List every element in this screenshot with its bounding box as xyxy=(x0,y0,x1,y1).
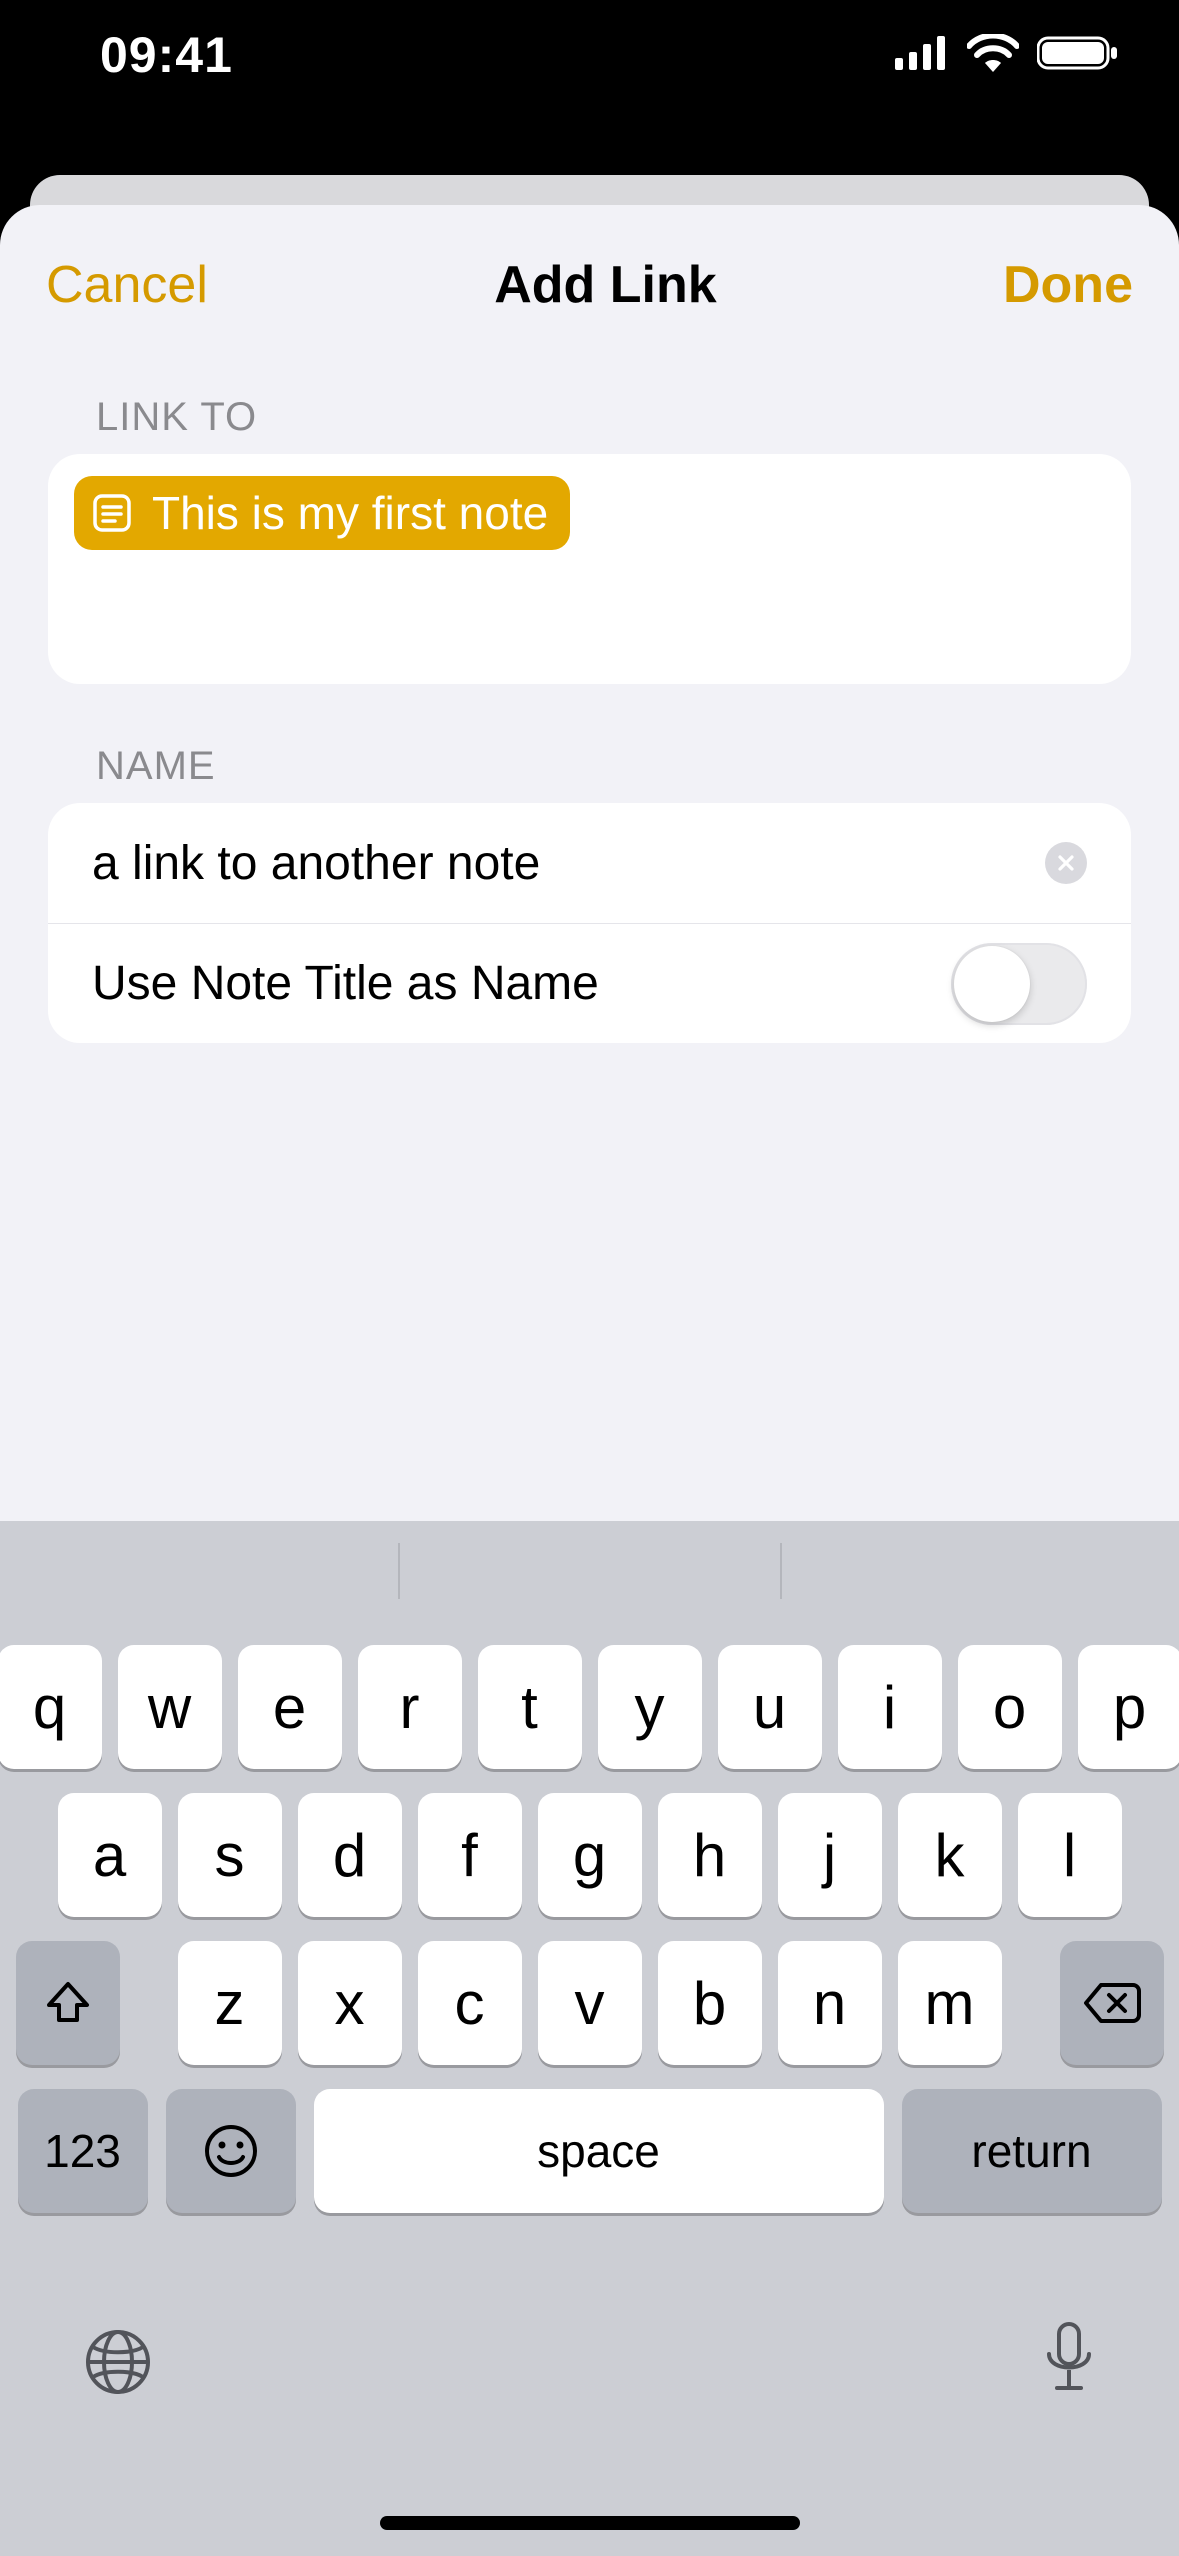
key-k[interactable]: k xyxy=(898,1793,1002,1917)
key-s[interactable]: s xyxy=(178,1793,282,1917)
key-f[interactable]: f xyxy=(418,1793,522,1917)
space-key[interactable]: space xyxy=(314,2089,884,2213)
toggle-knob xyxy=(954,946,1030,1022)
key-q[interactable]: q xyxy=(0,1645,102,1769)
keyboard-row-3: z x c v b n m xyxy=(14,1941,1165,2065)
cancel-button[interactable]: Cancel xyxy=(46,255,208,315)
key-z[interactable]: z xyxy=(178,1941,282,2065)
globe-key[interactable] xyxy=(80,2324,156,2405)
use-title-label: Use Note Title as Name xyxy=(92,956,599,1011)
add-link-sheet: Cancel Add Link Done LINK TO This is my … xyxy=(0,205,1179,1521)
key-h[interactable]: h xyxy=(658,1793,762,1917)
name-row xyxy=(48,803,1131,923)
nav-bar: Cancel Add Link Done xyxy=(0,235,1179,335)
numbers-key[interactable]: 123 xyxy=(18,2089,148,2213)
key-w[interactable]: w xyxy=(118,1645,222,1769)
status-time: 09:41 xyxy=(100,26,233,84)
keyboard-bottom-bar xyxy=(0,2213,1179,2556)
mic-icon xyxy=(1039,2320,1099,2404)
backspace-key[interactable] xyxy=(1060,1941,1164,2065)
key-y[interactable]: y xyxy=(598,1645,702,1769)
use-title-toggle[interactable] xyxy=(951,943,1087,1025)
emoji-icon xyxy=(203,2123,259,2179)
return-key[interactable]: return xyxy=(902,2089,1162,2213)
name-section-label: NAME xyxy=(96,744,1179,789)
cellular-icon xyxy=(895,36,949,75)
key-l[interactable]: l xyxy=(1018,1793,1122,1917)
linked-note-chip[interactable]: This is my first note xyxy=(74,476,570,550)
shift-icon xyxy=(43,1978,93,2028)
wifi-icon xyxy=(967,34,1019,77)
keyboard: q w e r t y u i o p a s d f g h j k l xyxy=(0,1521,1179,2556)
link-name-input[interactable] xyxy=(92,836,1045,891)
status-icons xyxy=(895,34,1119,77)
keyboard-row-1: q w e r t y u i o p xyxy=(14,1645,1165,1769)
key-r[interactable]: r xyxy=(358,1645,462,1769)
emoji-key[interactable] xyxy=(166,2089,296,2213)
close-icon xyxy=(1056,853,1076,873)
key-d[interactable]: d xyxy=(298,1793,402,1917)
status-bar: 09:41 xyxy=(0,0,1179,110)
key-m[interactable]: m xyxy=(898,1941,1002,2065)
keyboard-row-2: a s d f g h j k l xyxy=(14,1793,1165,1917)
key-g[interactable]: g xyxy=(538,1793,642,1917)
key-b[interactable]: b xyxy=(658,1941,762,2065)
note-icon xyxy=(88,489,136,537)
key-n[interactable]: n xyxy=(778,1941,882,2065)
key-p[interactable]: p xyxy=(1078,1645,1179,1769)
key-v[interactable]: v xyxy=(538,1941,642,2065)
key-t[interactable]: t xyxy=(478,1645,582,1769)
key-e[interactable]: e xyxy=(238,1645,342,1769)
home-indicator[interactable] xyxy=(380,2516,800,2530)
battery-icon xyxy=(1037,34,1119,77)
key-x[interactable]: x xyxy=(298,1941,402,2065)
suggestion-bar xyxy=(0,1521,1179,1621)
key-o[interactable]: o xyxy=(958,1645,1062,1769)
link-to-card[interactable]: This is my first note xyxy=(48,454,1131,684)
shift-key[interactable] xyxy=(16,1941,120,2065)
key-i[interactable]: i xyxy=(838,1645,942,1769)
linked-note-title: This is my first note xyxy=(152,486,548,540)
name-card: Use Note Title as Name xyxy=(48,803,1131,1043)
key-a[interactable]: a xyxy=(58,1793,162,1917)
backspace-icon xyxy=(1083,1981,1141,2025)
clear-text-button[interactable] xyxy=(1045,842,1087,884)
suggestion-separator xyxy=(780,1543,782,1599)
suggestion-separator xyxy=(398,1543,400,1599)
key-c[interactable]: c xyxy=(418,1941,522,2065)
globe-icon xyxy=(80,2324,156,2400)
key-j[interactable]: j xyxy=(778,1793,882,1917)
link-to-section-label: LINK TO xyxy=(96,395,1179,440)
dictation-key[interactable] xyxy=(1039,2320,1099,2409)
keyboard-row-4: 123 space return xyxy=(14,2089,1165,2213)
sheet-title: Add Link xyxy=(494,255,716,315)
use-title-row: Use Note Title as Name xyxy=(48,923,1131,1043)
done-button[interactable]: Done xyxy=(1003,255,1133,315)
key-u[interactable]: u xyxy=(718,1645,822,1769)
